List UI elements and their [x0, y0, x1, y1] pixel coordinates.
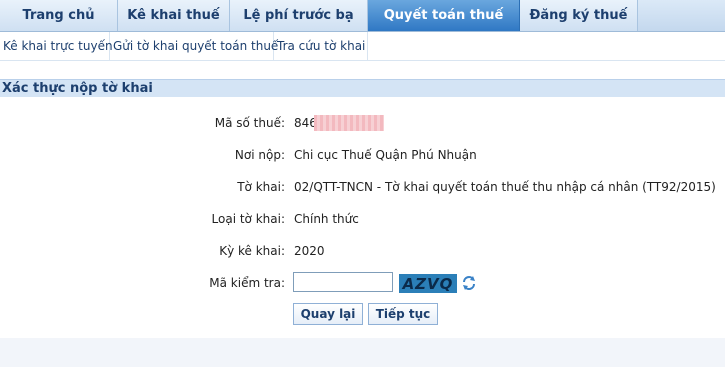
redacted-mask [314, 115, 384, 131]
tab-dang-ky-thue[interactable]: Đăng ký thuế [520, 0, 638, 31]
tab-ke-khai-thue[interactable]: Kê khai thuế [118, 0, 230, 31]
spacer [0, 61, 725, 79]
section-title: Xác thực nộp tờ khai [0, 79, 725, 97]
period-value: 2020 [294, 244, 325, 258]
declaration-label: Tờ khai: [237, 180, 285, 194]
submenu-ke-khai-truc-tuyen[interactable]: Kê khai trực tuyến [0, 32, 113, 60]
submenu-tra-cuu-to-khai[interactable]: Tra cứu tờ khai [274, 32, 368, 60]
back-button[interactable]: Quay lại [293, 303, 363, 325]
sub-menu: Kê khai trực tuyến Gửi tờ khai quyết toá… [0, 32, 725, 61]
captcha-input[interactable] [293, 272, 393, 292]
captcha-image: AZVQ [399, 274, 457, 293]
refresh-icon[interactable] [461, 275, 477, 291]
type-label: Loại tờ khai: [211, 212, 285, 226]
main-tab-bar: Trang chủ Kê khai thuế Lệ phí trước bạ Q… [0, 0, 725, 32]
tax-code-label: Mã số thuế: [214, 116, 285, 130]
tab-quyet-toan-thue[interactable]: Quyết toán thuế [368, 0, 520, 31]
next-button[interactable]: Tiếp tục [368, 303, 438, 325]
submenu-gui-to-khai[interactable]: Gửi tờ khai quyết toán thuế [110, 32, 278, 60]
form-panel [0, 97, 725, 367]
type-value: Chính thức [294, 212, 359, 226]
place-label: Nơi nộp: [234, 148, 285, 162]
place-value: Chi cục Thuế Quận Phú Nhuận [294, 148, 477, 162]
captcha-label: Mã kiểm tra: [209, 276, 285, 290]
declaration-value: 02/QTT-TNCN - Tờ khai quyết toán thuế th… [294, 180, 716, 194]
period-label: Kỳ kê khai: [219, 244, 285, 258]
tab-trang-chu[interactable]: Trang chủ [0, 0, 118, 31]
tab-le-phi-truoc-ba[interactable]: Lệ phí trước bạ [230, 0, 368, 31]
panel-footer [0, 338, 725, 367]
